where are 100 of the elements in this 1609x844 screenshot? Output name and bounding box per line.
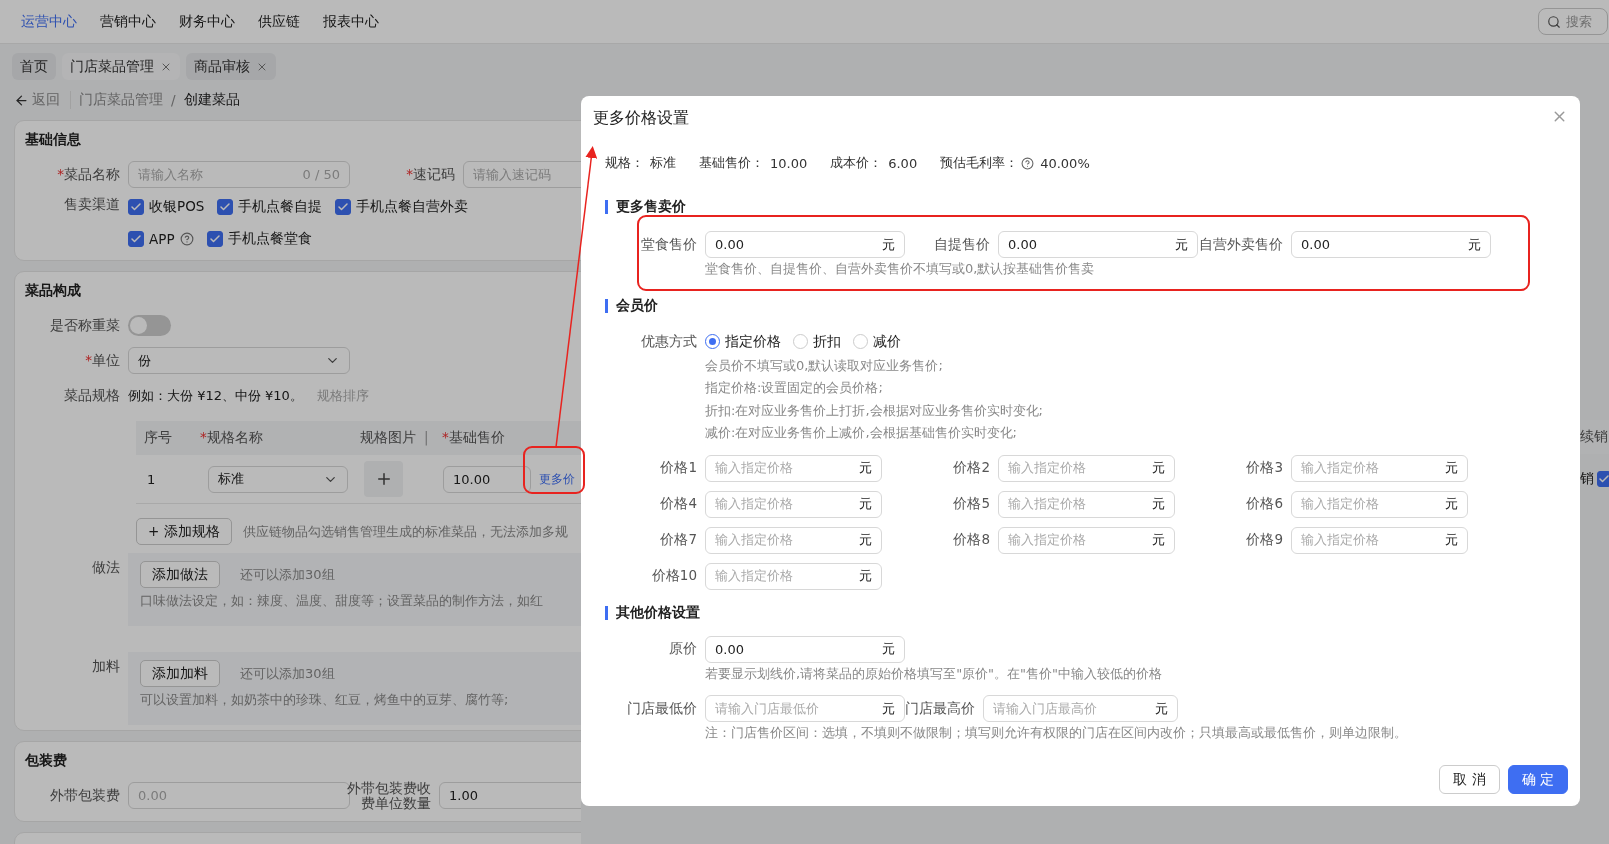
field-label: 价格5 <box>952 495 990 513</box>
summary-label: 预估毛利率： <box>940 154 1019 172</box>
table-cell: 销 <box>1580 469 1594 488</box>
field-label: 价格8 <box>952 531 990 549</box>
column-header: 续销 <box>1580 428 1608 446</box>
summary-label: 成本价： <box>830 154 883 172</box>
hint-text: 注：门店售价区间：选填，不填则不做限制；填写则允许有权限的门店在区间内改价；只填最高或最低售价，则单边限制。 <box>704 724 1408 742</box>
price-input-field[interactable]: 请输入门店最低价 元 <box>705 695 905 722</box>
field-label: 原价 <box>668 640 697 658</box>
price-input-field[interactable]: 输入指定价格 元 <box>1291 454 1468 482</box>
discount-radio[interactable]: 减价 <box>853 332 901 351</box>
spec-example: 例如：大份 ¥12、中份 ¥10。 <box>128 386 303 405</box>
add-button[interactable]: 添加做法 <box>140 561 220 588</box>
more-price-link[interactable]: 更多价 <box>539 471 575 487</box>
cancel-button[interactable]: 取 消 <box>1439 765 1500 794</box>
section-title: 更多售卖价 <box>616 198 686 216</box>
nav-tab[interactable]: 营销中心 <box>100 12 156 31</box>
price-input-field[interactable]: 输入指定价格 元 <box>998 454 1175 482</box>
summary-label: 基础售价： <box>699 154 764 172</box>
price-input-field[interactable]: 输入指定价格 元 <box>998 526 1175 554</box>
column-header: 规格图片 | <box>360 429 430 447</box>
channel-checkbox[interactable]: APP <box>128 230 194 248</box>
summary-value: 6.00 <box>888 155 918 171</box>
price-input-field[interactable]: 输入指定价格 元 <box>705 454 882 482</box>
hint-text: 减价:在对应业务售价上减价,会根据基础售价实时变化; <box>704 424 1018 442</box>
field-label: *菜品名称 <box>56 165 121 184</box>
add-button[interactable]: 添加加料 <box>140 660 220 687</box>
price-input-field[interactable]: 10.00 <box>443 465 531 493</box>
field-label: 门店最高价 <box>905 699 975 718</box>
summary-value: 标准 <box>650 154 676 172</box>
price-input-field[interactable]: 请输入门店最高价 元 <box>983 695 1178 722</box>
section-title: 基础信息 <box>25 131 82 149</box>
note-text: 可以设置加料，如奶茶中的珍珠、红豆，烤鱼中的豆芽、腐竹等; <box>140 691 510 709</box>
unit-select[interactable]: 份 <box>128 347 350 374</box>
breadcrumb-item[interactable]: 创建菜品 <box>183 91 240 109</box>
section-title: 会员价 <box>616 296 658 315</box>
section-title: 菜品构成 <box>25 282 82 300</box>
field-label: 自营外卖售价 <box>1198 235 1283 254</box>
summary-label: 规格： <box>605 154 644 172</box>
field-label: 售卖渠道 <box>63 196 121 214</box>
field-label: *速记码 <box>405 165 456 184</box>
column-header: 序号 <box>143 429 173 447</box>
discount-radio[interactable]: 折扣 <box>793 332 841 351</box>
channel-checkbox[interactable]: 手机点餐自提 <box>217 198 323 216</box>
channel-checkbox[interactable]: 手机点餐堂食 <box>206 230 312 248</box>
price-input-field[interactable]: 输入指定价格 元 <box>1291 526 1468 554</box>
column-header: *基础售价 <box>442 429 506 447</box>
field-label: 外带包装费 <box>49 786 121 805</box>
field-label: 做法 <box>91 558 121 577</box>
page-tab[interactable]: 商品审核 <box>186 53 276 80</box>
remaining-text: 还可以添加30组 <box>240 565 335 584</box>
field-label: 价格6 <box>1245 495 1283 513</box>
remaining-text: 还可以添加30组 <box>240 664 335 683</box>
field-label: 价格7 <box>659 531 697 549</box>
price-input-field[interactable]: 输入指定价格 元 <box>705 526 882 554</box>
hint-text: 折扣:在对应业务售价上打折,会根据对应业务售价实时变化; <box>704 401 1044 420</box>
add-spec-button[interactable]: + 添加规格 <box>136 518 232 545</box>
price-input-field[interactable]: 0.00 元 <box>998 231 1198 258</box>
spec-select[interactable]: 标准 <box>208 465 348 493</box>
section-title: 其他价格设置 <box>616 603 700 622</box>
table-cell-text: 1 <box>146 471 157 487</box>
discount-radio[interactable]: 指定价格 <box>705 332 781 351</box>
nav-tab[interactable]: 财务中心 <box>179 12 235 31</box>
channel-checkbox[interactable]: 收银POS <box>128 198 205 216</box>
column-header: *规格名称 <box>200 429 264 447</box>
field-label: *单位 <box>84 351 121 370</box>
hint-text: 若要显示划线价,请将菜品的原始价格填写至"原价"。在"售价"中输入较低的价格 <box>704 664 1164 683</box>
hint-text: 堂食售价、自提售价、自营外卖售价不填写或0,默认按基础售价售卖 <box>704 260 1096 278</box>
field-label: 价格9 <box>1245 531 1283 549</box>
field-label: 菜品规格 <box>63 386 121 405</box>
field-label: 加料 <box>91 657 121 676</box>
price-input-field[interactable]: 输入指定价格 元 <box>1291 490 1468 518</box>
summary-value: 40.00% <box>1040 155 1090 171</box>
price-input-field[interactable]: 0.00 元 <box>1291 231 1491 258</box>
field-label: 堂食售价 <box>640 235 697 254</box>
price-input-field[interactable]: 输入指定价格 元 <box>705 490 882 518</box>
field-label: 价格4 <box>659 495 697 513</box>
channel-checkbox[interactable]: 手机点餐自营外卖 <box>335 198 469 216</box>
field-label: 价格3 <box>1245 459 1283 477</box>
price-input-field[interactable]: 输入指定价格 元 <box>998 490 1175 518</box>
confirm-button[interactable]: 确 定 <box>1507 765 1568 794</box>
field-label: 是否称重菜 <box>49 316 121 335</box>
section-title: 包装费 <box>25 752 68 770</box>
quantity-input-field[interactable]: 1.00 <box>439 782 581 809</box>
nav-tab[interactable]: 报表中心 <box>323 12 379 31</box>
hint-text: 指定价格:设置固定的会员价格; <box>704 379 884 397</box>
nav-tab[interactable]: 运营中心 <box>21 12 77 31</box>
summary-value: 10.00 <box>770 155 808 171</box>
price-input-field[interactable]: 输入指定价格 元 <box>705 562 882 590</box>
page-tab[interactable]: 门店菜品管理 <box>62 53 180 80</box>
field-label: 价格1 <box>659 459 697 477</box>
page-tab[interactable]: 首页 <box>12 53 56 80</box>
field-label: 价格2 <box>952 459 990 477</box>
nav-tab[interactable]: 供应链 <box>258 12 300 31</box>
price-input-field[interactable]: 0.00 元 <box>705 635 905 663</box>
dialog-title: 更多价格设置 <box>593 107 689 129</box>
field-label: 自提售价 <box>933 235 990 254</box>
note-text: 口味做法设定，如：辣度、温度、甜度等；设置菜品的制作方法，如红 <box>140 592 544 610</box>
note-text: 供应链物品勾选销售管理生成的标准菜品，无法添加多规 <box>242 522 568 541</box>
price-input-field[interactable]: 0.00 元 <box>705 231 905 258</box>
